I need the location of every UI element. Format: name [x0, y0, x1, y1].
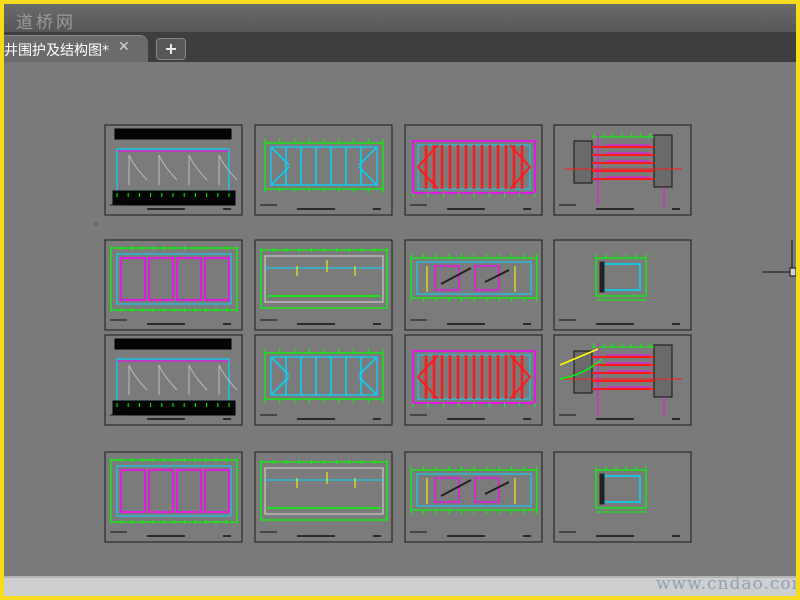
watermark: www.cndao.com — [656, 574, 796, 594]
drawing-sheet-r3c4 — [553, 334, 692, 426]
tab-bar: 井围护及结构图* ✕ + — [4, 32, 796, 63]
brand-logo-text: 道桥网 — [16, 13, 76, 33]
drawing-canvas[interactable] — [4, 62, 796, 576]
drawing-sheets-svg — [94, 124, 796, 543]
drawing-sheet-r2c1 — [104, 239, 243, 331]
drawing-sheet-r2c4 — [553, 239, 692, 331]
drawing-sheet-r1c2 — [254, 124, 393, 216]
drawing-sheet-r1c4 — [553, 124, 692, 216]
application-window: 道桥网 井围护及结构图* ✕ + www.cndao.com — [4, 4, 796, 596]
drawing-sheet-r4c3 — [404, 451, 543, 543]
drawing-sheet-r4c4 — [553, 451, 692, 543]
tab-drawing[interactable]: 井围护及结构图* ✕ — [4, 35, 148, 63]
drawing-sheet-r3c1 — [104, 334, 243, 426]
new-tab-button[interactable]: + — [156, 38, 186, 60]
drawing-sheet-r2c3 — [404, 239, 543, 331]
close-icon[interactable]: ✕ — [118, 39, 130, 55]
drawing-sheet-r4c1 — [104, 451, 243, 543]
drawing-sheet-r1c3 — [404, 124, 543, 216]
drawing-sheet-r3c3 — [404, 334, 543, 426]
drawing-sheet-r3c2 — [254, 334, 393, 426]
stray-mark — [94, 222, 98, 226]
drawing-sheet-r4c2 — [254, 451, 393, 543]
drawing-sheet-r1c1 — [104, 124, 243, 216]
title-bar: 道桥网 — [4, 4, 796, 33]
cursor-crosshair — [762, 240, 796, 277]
tab-label: 井围护及结构图* — [4, 43, 109, 59]
drawing-sheet-r2c2 — [254, 239, 393, 331]
